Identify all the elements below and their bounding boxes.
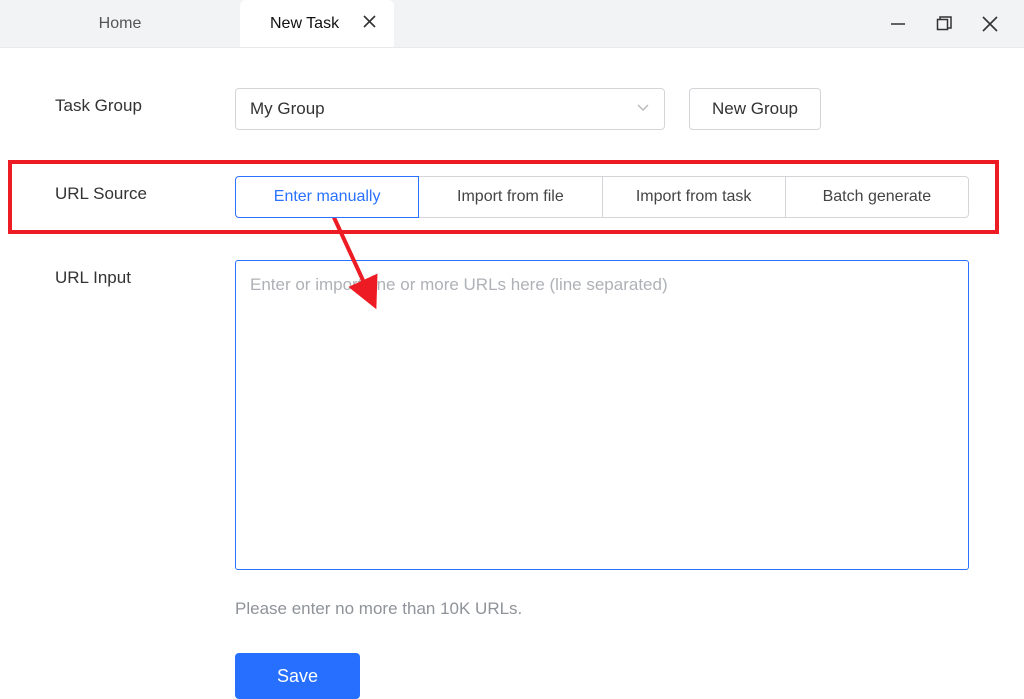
url-source-enter-manually[interactable]: Enter manually xyxy=(235,176,419,218)
url-source-import-task[interactable]: Import from task xyxy=(603,176,786,218)
row-task-group: Task Group My Group New Group xyxy=(55,88,969,130)
url-source-batch-generate[interactable]: Batch generate xyxy=(786,176,969,218)
url-source-label: URL Source xyxy=(55,176,235,204)
minimize-icon[interactable] xyxy=(889,15,907,33)
tab-home[interactable]: Home xyxy=(0,0,240,47)
new-group-label: New Group xyxy=(712,99,798,119)
save-button[interactable]: Save xyxy=(235,653,360,699)
chevron-down-icon xyxy=(636,99,650,119)
url-source-import-file[interactable]: Import from file xyxy=(419,176,602,218)
url-input-textarea[interactable] xyxy=(235,260,969,570)
tab-new-task[interactable]: New Task xyxy=(240,0,394,47)
row-url-input: URL Input Please enter no more than 10K … xyxy=(55,260,969,699)
task-group-select[interactable]: My Group xyxy=(235,88,665,130)
new-task-form: Task Group My Group New Group URL Source… xyxy=(0,48,1024,699)
task-group-label: Task Group xyxy=(55,88,235,116)
tab-bar: Home New Task xyxy=(0,0,1024,48)
url-input-hint: Please enter no more than 10K URLs. xyxy=(235,599,969,619)
new-group-button[interactable]: New Group xyxy=(689,88,821,130)
maximize-icon[interactable] xyxy=(935,15,953,33)
url-source-options: Enter manually Import from file Import f… xyxy=(235,176,969,218)
task-group-selected: My Group xyxy=(250,99,325,119)
tab-home-label: Home xyxy=(99,15,142,33)
close-tab-icon[interactable] xyxy=(363,15,376,33)
tab-new-task-label: New Task xyxy=(270,15,339,33)
close-window-icon[interactable] xyxy=(981,15,999,33)
url-input-label: URL Input xyxy=(55,260,235,288)
window-controls xyxy=(889,0,1014,47)
row-url-source: URL Source Enter manually Import from fi… xyxy=(8,160,999,234)
